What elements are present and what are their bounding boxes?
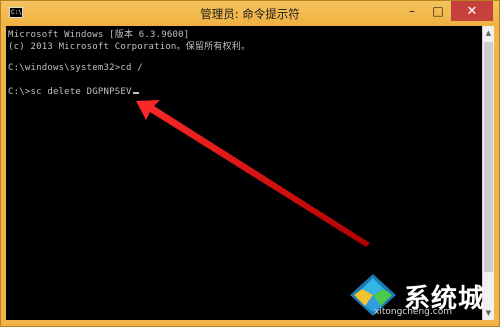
maximize-button[interactable]: □ <box>425 1 451 21</box>
sc-command-text: C:\>sc delete DGPNPSEV <box>8 87 132 97</box>
console-line-sc-command[interactable]: C:\>sc delete DGPNPSEV <box>8 87 139 97</box>
console-line-copyright: (c) 2013 Microsoft Corporation。保留所有权利。 <box>8 42 251 52</box>
watermark-url: xitongcheng.com <box>374 307 452 317</box>
minimize-button[interactable]: – <box>399 1 425 21</box>
title-bar[interactable]: C:\ 管理员: 命令提示符 – □ ✕ <box>1 1 499 27</box>
console-line-cd-command: C:\windows\system32>cd / <box>8 63 143 73</box>
window-controls: – □ ✕ <box>399 1 493 21</box>
text-cursor <box>132 92 139 94</box>
scrollbar-thumb[interactable] <box>484 42 493 272</box>
scroll-up-arrow-icon[interactable]: ▲ <box>483 26 494 40</box>
close-button[interactable]: ✕ <box>451 1 493 21</box>
watermark: 系统城 xitongcheng.com <box>346 272 496 322</box>
